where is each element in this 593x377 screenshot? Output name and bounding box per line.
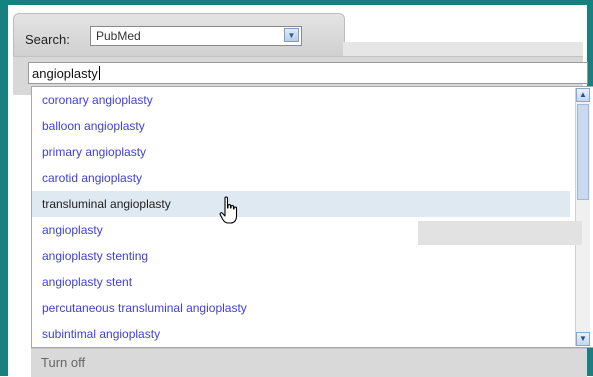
turn-off-link[interactable]: Turn off (41, 355, 85, 370)
hand-pointer-icon (219, 196, 238, 224)
page-background-block (418, 221, 582, 245)
autocomplete-dropdown: coronary angioplasty balloon angioplasty… (31, 86, 593, 348)
search-input-value: angioplasty (32, 66, 100, 81)
database-select-value: PubMed (96, 29, 141, 43)
panel-background (343, 42, 583, 56)
suggestion-item[interactable]: coronary angioplasty (32, 87, 570, 113)
suggestion-item[interactable]: angioplasty stenting (32, 243, 570, 269)
suggestion-item[interactable]: angioplasty stent (32, 269, 570, 295)
suggestion-item-active[interactable]: transluminal angioplasty (32, 191, 570, 217)
chevron-down-icon[interactable]: ▼ (284, 28, 299, 42)
suggestion-item[interactable]: percutaneous transluminal angioplasty (32, 295, 570, 321)
suggestion-item[interactable]: carotid angioplasty (32, 165, 570, 191)
suggestion-scrollbar[interactable]: ▲ ▼ (575, 88, 590, 346)
search-input[interactable]: angioplasty (28, 62, 588, 84)
suggestion-item[interactable]: subintimal angioplasty (32, 321, 570, 347)
scroll-down-arrow-icon[interactable]: ▼ (576, 332, 590, 346)
database-select[interactable]: PubMed ▼ (90, 26, 302, 46)
scroll-thumb[interactable] (577, 104, 589, 200)
suggestion-item[interactable]: balloon angioplasty (32, 113, 570, 139)
scroll-up-arrow-icon[interactable]: ▲ (576, 88, 590, 102)
text-caret (98, 66, 100, 80)
turn-off-bar[interactable]: Turn off (31, 348, 587, 377)
suggestion-list: coronary angioplasty balloon angioplasty… (32, 87, 593, 347)
suggestion-item[interactable]: primary angioplasty (32, 139, 570, 165)
search-label: Search: (25, 32, 70, 47)
